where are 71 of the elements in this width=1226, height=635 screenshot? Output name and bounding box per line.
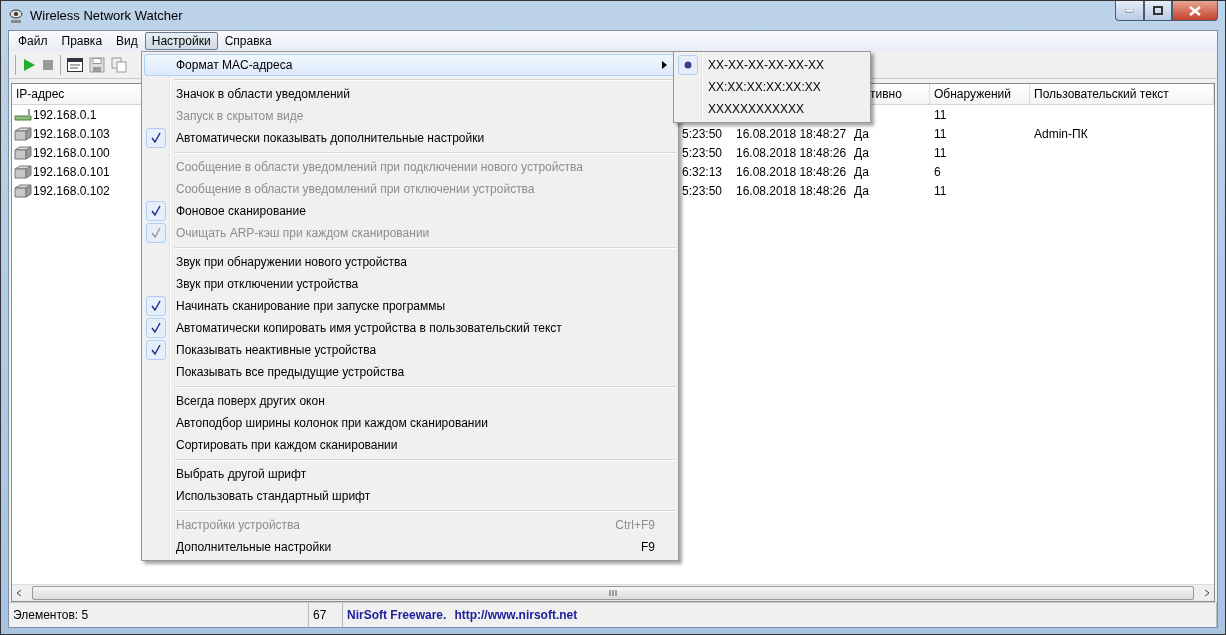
ip-text: 192.168.0.1 [33,107,97,122]
menu-option[interactable]: Фоновое сканирование [144,200,676,222]
table-cell-text: 5:23:50 [681,145,724,160]
table-cell-text: 6 [933,164,942,179]
menu-option[interactable]: Дополнительные настройки F9 [144,536,676,558]
table-cell-text: Да [853,164,870,179]
menu-item[interactable]: Настройки [144,32,218,50]
table-cell-text: 5:23:50 [681,183,724,198]
table-cell-text: 5:23:50 [681,126,724,141]
menu-option[interactable]: Автоматически копировать имя устройства в пользовательский текст [144,317,676,339]
menu-option[interactable]: Звук при обнаружении нового устройства [144,251,676,273]
menu-option[interactable]: Автоподбор ширины колонок при каждом сканировании [144,412,676,434]
table-cell-text: 11 [933,145,948,160]
table-cell-text: 16.08.2018 18:48:26 [735,183,848,198]
menu-option[interactable]: Значок в области уведомлений [144,83,676,105]
ip-text: 192.168.0.100 [33,145,110,160]
computer-icon [14,126,32,141]
menu-option[interactable]: XX:XX:XX:XX:XX:XX [676,76,868,98]
menu-option[interactable]: Показывать неактивные устройства [144,339,676,361]
table-cell-text: 16.08.2018 18:48:27 [735,126,848,141]
menu-option[interactable]: Сортировать при каждом сканировании [144,434,676,456]
menu-option[interactable]: Показывать все предыдущие устройства [144,361,676,383]
menu-option[interactable]: Автоматически показывать дополнительные настройки [144,127,676,149]
menu-option[interactable]: Формат MAC-адреса [144,54,676,76]
menu-option[interactable]: Начинать сканирование при запуске программы [144,295,676,317]
table-cell-text: 11 [933,107,948,122]
menu-item[interactable]: Справка [217,32,279,50]
vendor-text: NirSoft Freeware. [347,608,447,622]
minimize-icon [1125,8,1134,13]
menu-option[interactable]: XX-XX-XX-XX-XX-XX [676,54,868,76]
website-link[interactable]: http://www.nirsoft.net [454,608,578,622]
router-icon [14,108,32,121]
ip-text: 192.168.0.102 [33,183,110,198]
menu-item[interactable]: Правка [54,32,110,50]
maximize-button[interactable] [1144,1,1172,21]
scrollbar-thumb[interactable] [32,586,1194,600]
eye-icon [8,7,24,24]
item-count-text: Элементов: 5 [13,608,89,622]
table-cell-text: 16.08.2018 18:48:26 [735,164,848,179]
ip-text: 192.168.0.101 [33,164,110,179]
table-cell-text: 16.08.2018 18:48:26 [735,145,848,160]
table-cell-text: 11 [933,183,948,198]
window-icon[interactable] [67,57,83,72]
table-cell-text: Admin-ПК [1033,126,1089,141]
computer-icon [14,183,32,198]
column-header[interactable]: IP-адрес [16,87,65,101]
menu-item[interactable]: Вид [109,32,145,50]
menu-option[interactable]: XXXXXXXXXXXX [676,98,868,120]
minimize-button[interactable] [1115,1,1144,21]
table-cell-text: 6:32:13 [681,164,724,179]
table-cell-text: Да [853,126,870,141]
table-cell-text: Да [853,145,870,160]
column-header[interactable]: Обнаружений [934,87,1011,101]
number-text: 67 [313,608,327,622]
menu-option[interactable]: Всегда поверх других окон [144,390,676,412]
menu-item[interactable]: Файл [11,32,55,50]
computer-icon [14,164,32,179]
column-header[interactable]: тивно [870,87,902,101]
table-cell-text: 11 [933,126,948,141]
maximize-icon [1153,6,1163,15]
ip-text: 192.168.0.103 [33,126,110,141]
menu-option[interactable]: Выбрать другой шрифт [144,463,676,485]
computer-icon [14,145,32,160]
close-icon [1189,5,1201,16]
column-header[interactable]: Пользовательский текст [1034,87,1169,101]
close-button[interactable] [1172,1,1218,21]
table-cell-text: Да [853,183,870,198]
window-title: Wireless Network Watcher [30,8,183,23]
menu-option[interactable]: Использовать стандартный шрифт [144,485,676,507]
play-icon[interactable] [22,57,36,72]
menu-option[interactable]: Звук при отключении устройства [144,273,676,295]
